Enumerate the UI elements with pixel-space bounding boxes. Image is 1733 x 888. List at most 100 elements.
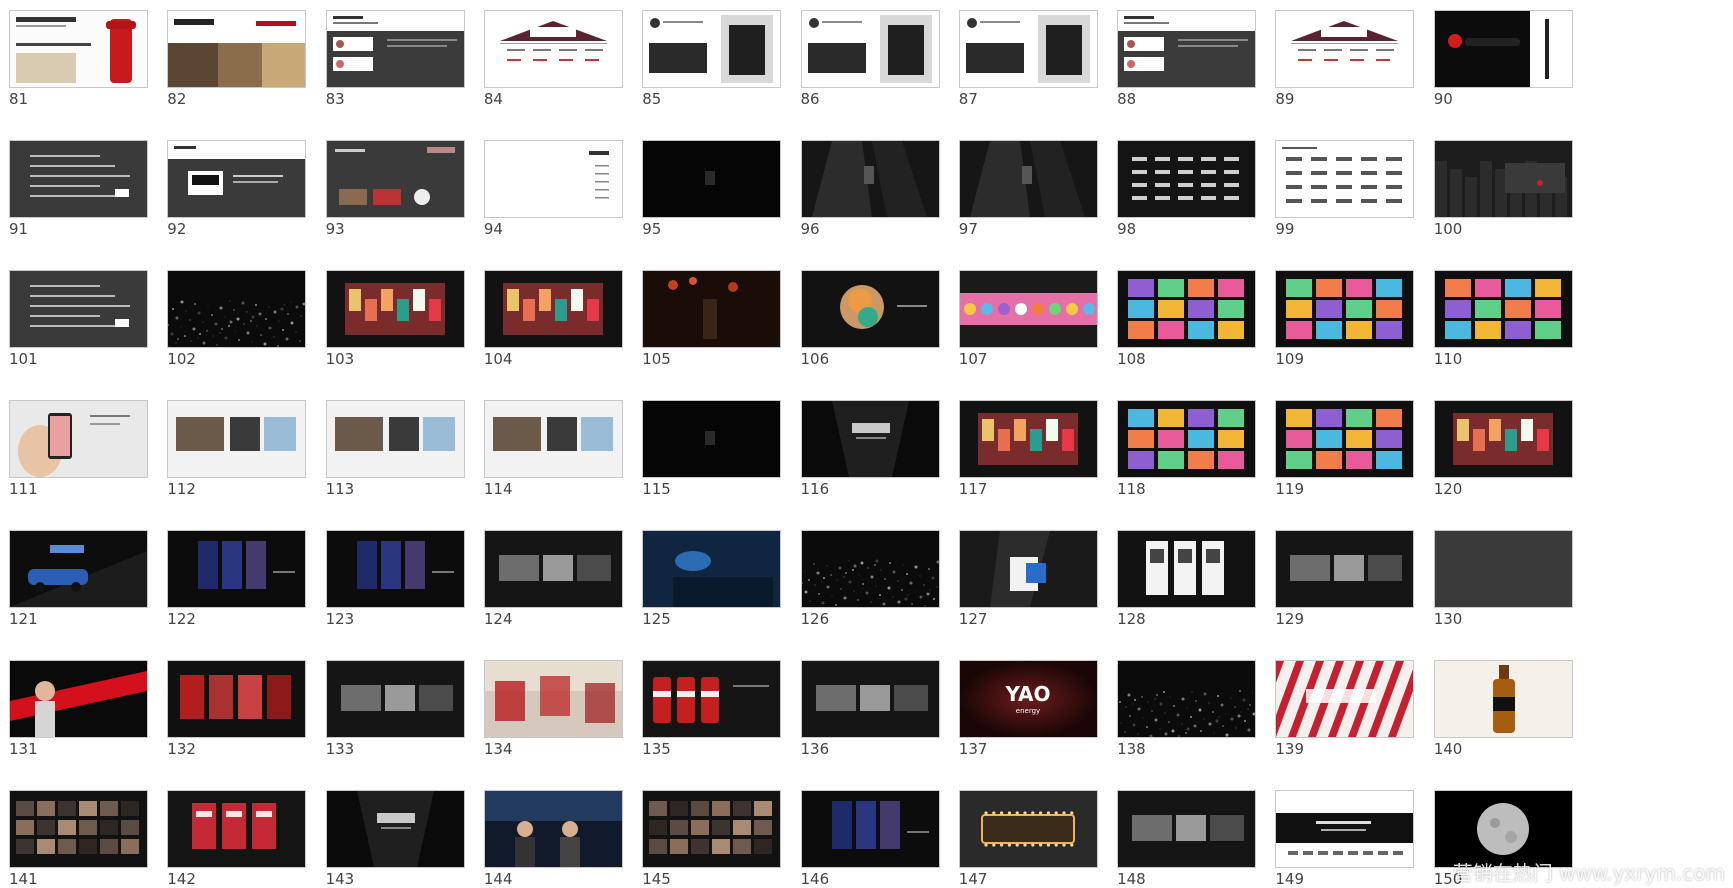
slide-thumbnail-116[interactable]: 116 — [800, 400, 940, 498]
slide-preview-image[interactable] — [1275, 660, 1415, 738]
slide-thumbnail-106[interactable]: 106 — [800, 270, 940, 368]
slide-preview-image[interactable] — [483, 530, 623, 608]
slide-thumbnail-107[interactable]: 107 — [958, 270, 1098, 368]
slide-thumbnail-113[interactable]: 113 — [325, 400, 465, 498]
slide-thumbnail-105[interactable]: 105 — [642, 270, 782, 368]
slide-preview-image[interactable] — [1275, 530, 1415, 608]
slide-thumbnail-84[interactable]: 84 — [483, 10, 623, 108]
slide-preview-image[interactable] — [642, 530, 782, 608]
slide-thumbnail-144[interactable]: 144 — [483, 790, 623, 888]
slide-thumbnail-93[interactable]: 93 — [325, 140, 465, 238]
slide-thumbnail-120[interactable]: 120 — [1433, 400, 1573, 498]
slide-thumbnail-91[interactable]: 91 — [9, 140, 148, 238]
slide-preview-image[interactable] — [642, 400, 782, 478]
slide-preview-image[interactable] — [642, 140, 782, 218]
slide-thumbnail-117[interactable]: 117 — [958, 400, 1098, 498]
slide-preview-image[interactable] — [1433, 530, 1573, 608]
slide-preview-image[interactable] — [800, 400, 940, 478]
slide-thumbnail-150[interactable]: 150 — [1433, 790, 1573, 888]
slide-preview-image[interactable] — [9, 790, 148, 868]
slide-preview-image[interactable] — [325, 400, 465, 478]
slide-preview-image[interactable] — [167, 140, 307, 218]
slide-preview-image[interactable] — [167, 660, 307, 738]
slide-preview-image[interactable] — [958, 10, 1098, 88]
slide-preview-image[interactable] — [167, 270, 307, 348]
slide-thumbnail-114[interactable]: 114 — [483, 400, 623, 498]
slide-preview-image[interactable] — [1433, 790, 1573, 868]
slide-thumbnail-88[interactable]: 88 — [1117, 10, 1257, 108]
slide-preview-image[interactable] — [1433, 10, 1573, 88]
slide-preview-image[interactable] — [958, 270, 1098, 348]
slide-thumbnail-137[interactable]: YAO energy 137 — [958, 660, 1098, 758]
slide-preview-image[interactable] — [325, 660, 465, 738]
slide-preview-image[interactable] — [1433, 660, 1573, 738]
slide-thumbnail-108[interactable]: 108 — [1117, 270, 1257, 368]
slide-thumbnail-134[interactable]: 134 — [483, 660, 623, 758]
slide-thumbnail-86[interactable]: 86 — [800, 10, 940, 108]
slide-thumbnail-138[interactable]: 138 — [1117, 660, 1257, 758]
slide-thumbnail-121[interactable]: 121 — [9, 530, 148, 628]
slide-thumbnail-149[interactable]: 149 — [1275, 790, 1415, 888]
slide-preview-image[interactable] — [642, 660, 782, 738]
slide-thumbnail-146[interactable]: 146 — [800, 790, 940, 888]
slide-thumbnail-94[interactable]: 94 — [483, 140, 623, 238]
slide-thumbnail-95[interactable]: 95 — [642, 140, 782, 238]
slide-preview-image[interactable] — [9, 530, 148, 608]
slide-thumbnail-97[interactable]: 97 — [958, 140, 1098, 238]
slide-thumbnail-92[interactable]: 92 — [167, 140, 307, 238]
slide-thumbnail-83[interactable]: 83 — [325, 10, 465, 108]
slide-preview-image[interactable] — [167, 400, 307, 478]
slide-thumbnail-98[interactable]: 98 — [1117, 140, 1257, 238]
slide-thumbnail-85[interactable]: 85 — [642, 10, 782, 108]
slide-thumbnail-147[interactable]: 147 — [958, 790, 1098, 888]
slide-preview-image[interactable] — [958, 140, 1098, 218]
slide-preview-image[interactable] — [800, 10, 940, 88]
slide-preview-image[interactable] — [483, 270, 623, 348]
slide-preview-image[interactable] — [800, 270, 940, 348]
slide-preview-image[interactable] — [1275, 140, 1415, 218]
slide-preview-image[interactable] — [483, 10, 623, 88]
slide-preview-image[interactable] — [1117, 400, 1257, 478]
slide-preview-image[interactable] — [1117, 790, 1257, 868]
slide-thumbnail-141[interactable]: 141 — [9, 790, 148, 888]
slide-thumbnail-133[interactable]: 133 — [325, 660, 465, 758]
slide-preview-image[interactable] — [325, 140, 465, 218]
slide-preview-image[interactable] — [167, 790, 307, 868]
slide-thumbnail-112[interactable]: 112 — [167, 400, 307, 498]
slide-preview-image[interactable] — [1275, 270, 1415, 348]
slide-thumbnail-126[interactable]: 126 — [800, 530, 940, 628]
slide-thumbnail-127[interactable]: 127 — [958, 530, 1098, 628]
slide-thumbnail-115[interactable]: 115 — [642, 400, 782, 498]
slide-thumbnail-99[interactable]: 99 — [1275, 140, 1415, 238]
slide-preview-image[interactable] — [325, 270, 465, 348]
slide-preview-image[interactable] — [483, 140, 623, 218]
slide-thumbnail-143[interactable]: 143 — [325, 790, 465, 888]
slide-thumbnail-125[interactable]: 125 — [642, 530, 782, 628]
slide-thumbnail-140[interactable]: 140 — [1433, 660, 1573, 758]
slide-preview-image[interactable] — [642, 270, 782, 348]
slide-preview-image[interactable] — [1275, 790, 1415, 868]
slide-thumbnail-87[interactable]: 87 — [958, 10, 1098, 108]
slide-preview-image[interactable] — [9, 660, 148, 738]
slide-preview-image[interactable] — [9, 400, 148, 478]
slide-thumbnail-130[interactable]: 130 — [1433, 530, 1573, 628]
slide-preview-image[interactable] — [1117, 530, 1257, 608]
slide-thumbnail-82[interactable]: 82 — [167, 10, 307, 108]
slide-thumbnail-129[interactable]: 129 — [1275, 530, 1415, 628]
slide-preview-image[interactable] — [800, 140, 940, 218]
slide-preview-image[interactable] — [167, 10, 307, 88]
slide-preview-image[interactable] — [642, 10, 782, 88]
slide-preview-image[interactable] — [325, 10, 465, 88]
slide-thumbnail-148[interactable]: 148 — [1117, 790, 1257, 888]
slide-thumbnail-104[interactable]: 104 — [483, 270, 623, 368]
slide-preview-image[interactable]: YAO energy — [958, 660, 1098, 738]
slide-preview-image[interactable] — [958, 530, 1098, 608]
slide-preview-image[interactable] — [167, 530, 307, 608]
slide-thumbnail-90[interactable]: 90 — [1433, 10, 1573, 108]
slide-thumbnail-139[interactable]: 139 — [1275, 660, 1415, 758]
slide-thumbnail-136[interactable]: 136 — [800, 660, 940, 758]
slide-preview-image[interactable] — [800, 530, 940, 608]
slide-thumbnail-96[interactable]: 96 — [800, 140, 940, 238]
slide-thumbnail-100[interactable]: 100 — [1433, 140, 1573, 238]
slide-preview-image[interactable] — [1275, 10, 1415, 88]
